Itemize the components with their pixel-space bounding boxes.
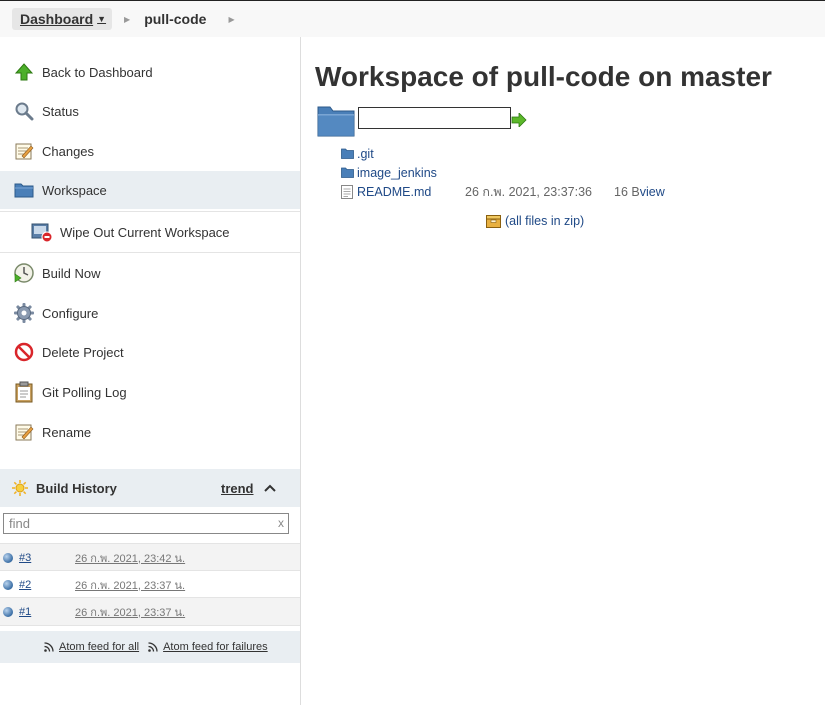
build-date-link[interactable]: 26 ก.พ. 2021, 23:37 น. xyxy=(75,576,185,594)
build-history-header: Build History trend xyxy=(0,469,300,507)
file-list-item: README.md 26 ก.พ. 2021, 23:37:36 16 Bvie… xyxy=(341,182,821,201)
no-entry-icon xyxy=(13,341,35,363)
up-arrow-icon xyxy=(13,61,35,83)
task-git-polling-log[interactable]: Git Polling Log xyxy=(0,373,300,411)
rss-icon xyxy=(148,642,158,652)
build-status-ball-icon xyxy=(3,579,13,590)
build-row: #3 26 ก.พ. 2021, 23:42 น. xyxy=(0,543,300,571)
task-label[interactable]: Wipe Out Current Workspace xyxy=(60,225,230,240)
chevron-right-icon: ▶ xyxy=(228,14,235,24)
build-number-link[interactable]: #2 xyxy=(19,579,69,591)
page-title: Workspace of pull-code on master xyxy=(315,61,772,92)
build-status-ball-icon xyxy=(3,606,13,617)
file-list-item: .git xyxy=(341,144,821,163)
task-label[interactable]: Configure xyxy=(42,306,98,321)
task-label[interactable]: Status xyxy=(42,104,79,119)
file-view-link[interactable]: view xyxy=(640,185,665,199)
sun-icon xyxy=(12,480,28,496)
trend-link[interactable]: trend xyxy=(221,481,254,496)
download-zip-link[interactable]: (all files in zip) xyxy=(486,214,584,228)
file-name-link[interactable]: image_jenkins xyxy=(357,166,437,180)
atom-feed-failures-label[interactable]: Atom feed for failures xyxy=(163,641,268,653)
caret-down-icon[interactable]: ▼ xyxy=(97,14,106,24)
file-name-link[interactable]: .git xyxy=(357,147,374,161)
build-history-title: Build History xyxy=(36,480,117,496)
workspace-path-input[interactable] xyxy=(358,107,511,129)
task-changes[interactable]: Changes xyxy=(0,132,300,170)
chevron-up-icon[interactable] xyxy=(264,481,276,495)
build-status-ball-icon xyxy=(3,552,13,563)
file-size-value: 16 B xyxy=(614,184,640,199)
chevron-right-icon: ▶ xyxy=(124,14,131,24)
task-rename[interactable]: Rename xyxy=(0,413,300,451)
atom-feed-failures-link[interactable]: Atom feed for failures xyxy=(148,641,268,653)
file-size: 16 Bview xyxy=(614,185,665,199)
workspace-folder-icon xyxy=(317,103,355,142)
clock-play-icon xyxy=(13,262,35,284)
atom-feeds-bar: Atom feed for all Atom feed for failures xyxy=(0,631,300,663)
task-label[interactable]: Delete Project xyxy=(42,345,124,360)
folder-icon xyxy=(13,179,35,201)
breadcrumb-dashboard-label[interactable]: Dashboard xyxy=(20,11,93,27)
build-date-link[interactable]: 26 ก.พ. 2021, 23:37 น. xyxy=(75,603,185,621)
task-label[interactable]: Git Polling Log xyxy=(42,385,127,400)
task-label[interactable]: Rename xyxy=(42,425,91,440)
gear-icon xyxy=(13,302,35,324)
file-icon xyxy=(341,184,355,199)
magnifier-icon xyxy=(13,100,35,122)
breadcrumb-job[interactable]: pull-code xyxy=(144,11,206,27)
build-number-link[interactable]: #3 xyxy=(19,552,69,564)
clear-search-icon[interactable]: x xyxy=(278,514,284,533)
task-build-now[interactable]: Build Now xyxy=(0,254,300,292)
zip-archive-icon xyxy=(486,214,501,228)
breadcrumb-dashboard[interactable]: Dashboard ▼ xyxy=(12,8,113,30)
task-configure[interactable]: Configure xyxy=(0,294,300,332)
clipboard-icon xyxy=(13,381,35,403)
task-wipe-workspace[interactable]: Wipe Out Current Workspace xyxy=(0,211,300,253)
rss-icon xyxy=(44,642,54,652)
sidebar: Back to Dashboard Status Changes Workspa… xyxy=(0,37,301,705)
task-label[interactable]: Changes xyxy=(42,144,94,159)
file-name-link[interactable]: README.md xyxy=(357,185,431,199)
download-zip-label[interactable]: (all files in zip) xyxy=(505,214,584,228)
task-label[interactable]: Build Now xyxy=(42,266,101,281)
go-arrow-icon[interactable] xyxy=(511,112,527,132)
build-search-input[interactable]: find x xyxy=(3,513,289,534)
folder-icon xyxy=(341,148,355,159)
build-date-link[interactable]: 26 ก.พ. 2021, 23:42 น. xyxy=(75,549,185,567)
build-number-link[interactable]: #1 xyxy=(19,606,69,618)
build-row: #1 26 ก.พ. 2021, 23:37 น. xyxy=(0,597,300,626)
search-placeholder: find xyxy=(9,516,30,531)
wipe-workspace-icon xyxy=(31,221,53,243)
file-modified-date: 26 ก.พ. 2021, 23:37:36 xyxy=(465,184,593,199)
atom-feed-all-label[interactable]: Atom feed for all xyxy=(59,641,139,653)
task-status[interactable]: Status xyxy=(0,92,300,130)
notepad-icon xyxy=(13,140,35,162)
task-workspace[interactable]: Workspace xyxy=(0,171,300,209)
main-panel: Workspace of pull-code on master .git im… xyxy=(301,37,825,705)
task-label[interactable]: Back to Dashboard xyxy=(42,65,153,80)
build-row: #2 26 ก.พ. 2021, 23:37 น. xyxy=(0,570,300,598)
folder-icon xyxy=(341,167,355,178)
task-back-to-dashboard[interactable]: Back to Dashboard xyxy=(0,53,300,91)
file-list-item: image_jenkins xyxy=(341,163,821,182)
notepad-icon xyxy=(13,421,35,443)
task-label[interactable]: Workspace xyxy=(42,183,107,198)
atom-feed-all-link[interactable]: Atom feed for all xyxy=(44,641,139,653)
task-delete-project[interactable]: Delete Project xyxy=(0,333,300,371)
breadcrumb: Dashboard ▼ ▶ pull-code ▶ xyxy=(0,1,825,37)
